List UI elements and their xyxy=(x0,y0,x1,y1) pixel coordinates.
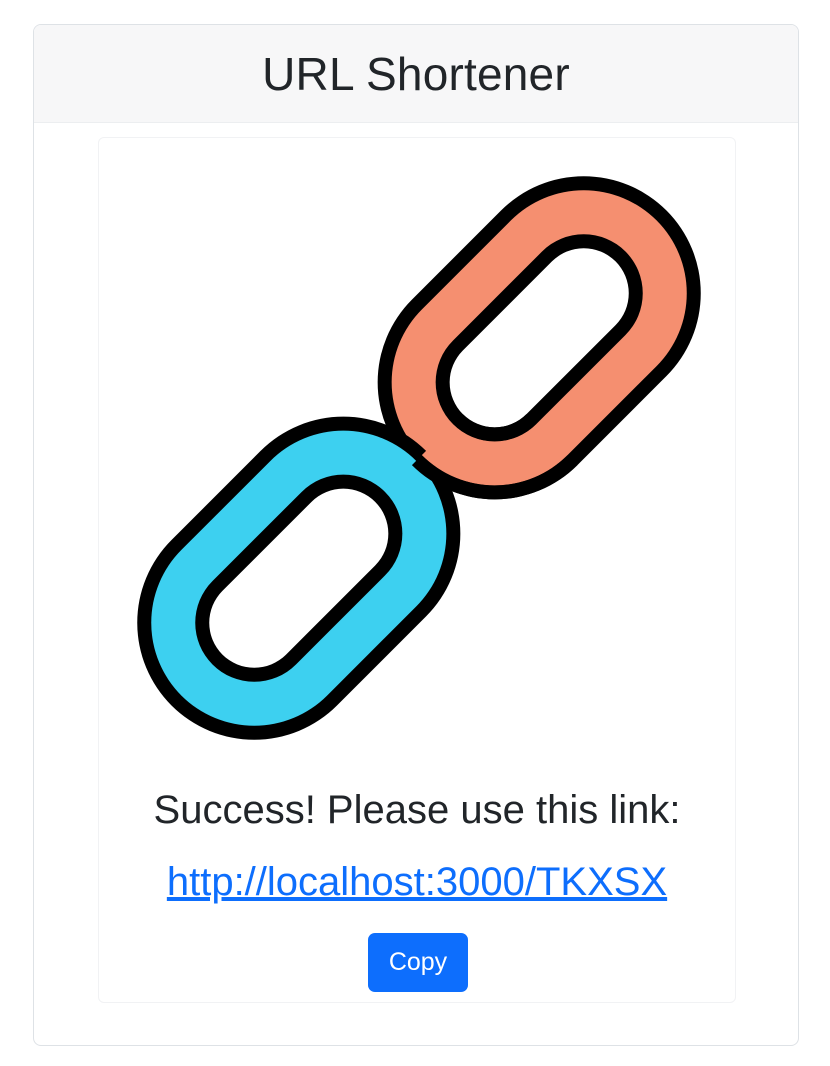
success-message: Success! Please use this link: xyxy=(153,788,681,832)
result-panel: Success! Please use this link: http://lo… xyxy=(98,137,736,1003)
shortener-card: URL Shortener Success! Please use this l… xyxy=(33,24,799,1046)
copy-button[interactable]: Copy xyxy=(368,933,468,992)
short-url-link[interactable]: http://localhost:3000/TKXSX xyxy=(99,860,735,905)
page-title: URL Shortener xyxy=(262,47,570,100)
card-header: URL Shortener xyxy=(34,25,798,123)
chain-link-icon xyxy=(137,176,701,740)
